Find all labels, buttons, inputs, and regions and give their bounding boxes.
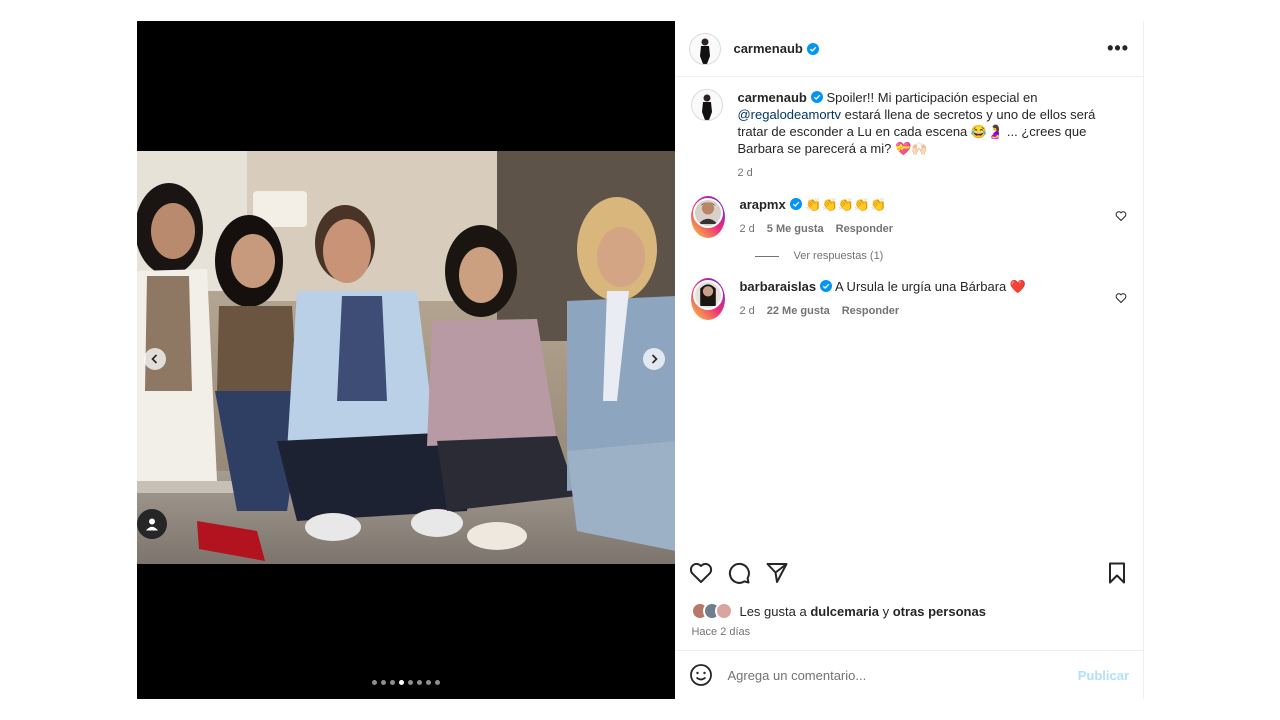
verified-badge-icon: [789, 198, 802, 210]
carousel-dot: [417, 680, 423, 685]
like-comment-heart-icon[interactable]: [1115, 292, 1127, 304]
comment-username[interactable]: barbaraislas: [739, 279, 816, 294]
story-ring[interactable]: [691, 278, 726, 320]
carousel-dot: [435, 680, 441, 685]
comment-likes[interactable]: 22 Me gusta: [767, 303, 830, 320]
add-comment-bar: Publicar: [675, 650, 1143, 699]
author-username[interactable]: carmenaub: [733, 41, 802, 56]
emoji-icon[interactable]: [689, 663, 713, 687]
carousel-dot: [372, 680, 378, 685]
post-timestamp[interactable]: Hace 2 días: [691, 626, 750, 638]
caption-username[interactable]: carmenaub: [737, 90, 806, 105]
comment-input[interactable]: [727, 667, 1078, 683]
likes-summary[interactable]: Les gusta a dulcemaria y otras personas: [691, 602, 986, 620]
comment-time[interactable]: 2 d: [739, 221, 754, 238]
author-avatar-figure: [702, 94, 713, 120]
carousel-prev-button[interactable]: [144, 348, 166, 370]
verified-badge-icon: [820, 280, 833, 292]
tagged-users-button[interactable]: [137, 509, 167, 539]
author-avatar[interactable]: [689, 32, 722, 65]
carousel-dot: [408, 680, 414, 685]
caption-text-1: Spoiler!! Mi participación especial en: [826, 90, 1038, 105]
caption-time[interactable]: 2 d: [737, 165, 752, 182]
commenter-avatar: [693, 198, 724, 228]
comment-text: A Ursula le urgía una Bárbara ❤️: [834, 279, 1027, 294]
group-photo-illustration: [137, 151, 676, 564]
likes-connector: y: [882, 603, 890, 619]
story-ring[interactable]: [691, 196, 726, 238]
user-icon: [146, 518, 158, 531]
chevron-right-icon: [652, 354, 659, 364]
like-heart-icon[interactable]: [689, 561, 713, 585]
comment-username[interactable]: arapmx: [739, 197, 785, 212]
reply-button[interactable]: Responder: [836, 221, 893, 238]
more-options-icon[interactable]: •••: [1107, 38, 1129, 59]
view-replies-label: Ver respuestas (1): [793, 250, 884, 262]
comment-likes[interactable]: 5 Me gusta: [767, 221, 824, 238]
comments-list: carmenaub Spoiler!! Mi participación esp…: [675, 77, 1143, 320]
carousel-dot: [390, 680, 396, 685]
post-photo: [137, 151, 676, 564]
commenter-avatar: [693, 280, 724, 310]
likes-others[interactable]: otras personas: [893, 604, 986, 619]
post-actions: [675, 561, 1143, 585]
chevron-left-icon: [151, 354, 158, 364]
liker-avatar: [715, 602, 734, 620]
post-media: [137, 21, 676, 699]
publish-button[interactable]: Publicar: [1078, 668, 1129, 683]
post-header: carmenaub •••: [675, 21, 1143, 77]
carousel-dot: [381, 680, 387, 685]
comment-text: 👏👏👏👏👏: [805, 197, 887, 212]
likes-text: Les gusta a dulcemaria y otras personas: [739, 604, 985, 619]
share-icon[interactable]: [765, 561, 789, 585]
comment-time[interactable]: 2 d: [739, 303, 754, 320]
caption: carmenaub Spoiler!! Mi participación esp…: [691, 89, 1129, 182]
comment-item: barbaraislas A Ursula le urgía una Bárba…: [691, 278, 1129, 320]
caption-mention-link[interactable]: @regalodeamortv: [737, 107, 841, 122]
commenter-avatar-figure: [700, 284, 717, 306]
view-replies-button[interactable]: Ver respuestas (1): [755, 250, 1129, 262]
save-bookmark-icon[interactable]: [1105, 561, 1129, 585]
post-sidebar: carmenaub ••• carmenaub Spoiler!! Mi par…: [675, 21, 1143, 699]
replies-divider: [755, 255, 780, 257]
like-comment-heart-icon[interactable]: [1115, 210, 1127, 222]
comment-item: arapmx 👏👏👏👏👏 2 d 5 Me gusta Responder: [691, 196, 1129, 238]
reply-button[interactable]: Responder: [842, 303, 899, 320]
author-avatar-figure: [700, 38, 711, 64]
likes-user[interactable]: dulcemaria: [810, 604, 879, 619]
likes-prefix: Les gusta a: [739, 603, 807, 619]
commenter-avatar-figure: [698, 202, 719, 224]
carousel-dot: [426, 680, 432, 685]
comment-icon[interactable]: [727, 561, 751, 585]
author-avatar[interactable]: [691, 89, 724, 121]
post-dialog: carmenaub ••• carmenaub Spoiler!! Mi par…: [137, 21, 1144, 699]
verified-badge-icon: [806, 42, 819, 55]
carousel-indicator: [137, 680, 675, 685]
carousel-dot: [399, 680, 405, 685]
verified-badge-icon: [810, 91, 823, 103]
